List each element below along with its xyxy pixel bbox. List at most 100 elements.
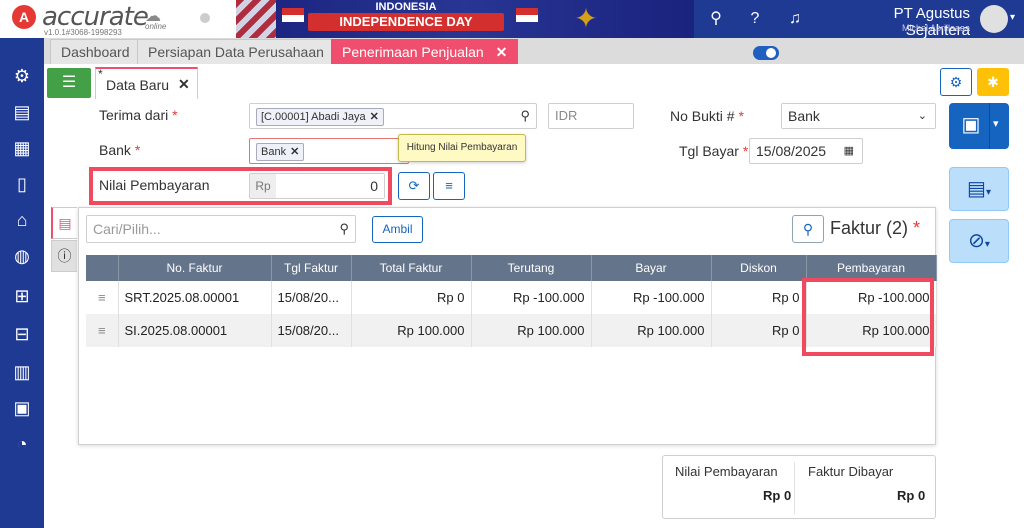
bank-label: Bank * (99, 142, 141, 158)
lightbulb-button[interactable]: ✱ (977, 68, 1009, 96)
tax-icon[interactable]: ▣ (10, 396, 34, 420)
version-text: v1.0.1#3068-1998293 (44, 28, 122, 37)
user-name: Michel Aprillaaaa (901, 23, 970, 33)
terima-dari-label: Terima dari * (99, 107, 178, 123)
tab-label: Persiapan Data Perusahaan (148, 44, 324, 60)
search-button[interactable]: ⚲ (792, 215, 824, 243)
tab-penerimaan-penjualan[interactable]: Penerimaan Penjualan ✕ (331, 39, 519, 64)
banner-line2: INDEPENDENCE DAY (308, 13, 504, 31)
search-icon[interactable]: ⚲ (705, 8, 727, 30)
subtab-label: Data Baru (106, 77, 170, 93)
cell-total: Rp 100.000 (351, 314, 472, 347)
highlight-box (802, 278, 934, 356)
settings-button[interactable]: ⚙ (940, 68, 972, 96)
no-bukti-label: No Bukti # * (670, 108, 744, 124)
chart-icon[interactable]: ◔ (10, 432, 34, 456)
column-header[interactable]: Bayar (591, 255, 712, 281)
stack-button[interactable]: ≡ (433, 172, 465, 200)
search-placeholder: Cari/Pilih... (93, 221, 161, 237)
drag-handle-icon[interactable]: ≡ (86, 314, 119, 347)
cell-tgl-faktur: 15/08/20... (271, 281, 352, 314)
cell-no-faktur: SI.2025.08.00001 (118, 314, 272, 347)
chevron-down-icon: ▾ (984, 239, 990, 250)
search-input[interactable]: Cari/Pilih... ⚲ (86, 215, 356, 243)
column-header[interactable]: No. Faktur (118, 255, 272, 281)
bank-field[interactable]: Bank ✕ (249, 138, 409, 164)
tgl-bayar-field[interactable]: 15/08/2025 ▦ (749, 138, 863, 164)
ledger-icon[interactable]: ▯ (10, 172, 34, 196)
report-icon[interactable]: ▥ (10, 360, 34, 384)
tgl-bayar-value: 15/08/2025 (756, 143, 827, 159)
logo[interactable]: A accurate ☁ online v1.0.1#3068-1998293 (0, 0, 236, 38)
cell-no-faktur: SRT.2025.08.00001 (118, 281, 272, 314)
banner-line1: INDONESIA (375, 1, 437, 13)
refresh-calc-button[interactable]: ⟳ (398, 172, 430, 200)
divider (989, 103, 990, 149)
summary-nilai-label: Nilai Pembayaran (675, 464, 778, 479)
document-button[interactable]: ▤▾ (949, 167, 1009, 211)
cell-tgl-faktur: 15/08/20... (271, 314, 352, 347)
bank-icon[interactable]: ⌂ (10, 208, 34, 232)
cell-total: Rp 0 (351, 281, 472, 314)
bell-icon[interactable]: ♫ (784, 8, 806, 30)
cart-icon[interactable]: ⊞ (10, 284, 34, 308)
building-icon[interactable]: ▦ (10, 136, 34, 160)
detail-tab[interactable]: ▤ (51, 207, 77, 239)
calendar-icon[interactable]: ▦ (844, 139, 854, 163)
status-dot (200, 13, 210, 23)
drag-handle-icon[interactable]: ≡ (86, 281, 119, 314)
sales-icon[interactable]: ◍ (10, 244, 34, 268)
save-icon: ▣ (961, 114, 981, 136)
cell-bayar: Rp -100.000 (591, 281, 712, 314)
customer-chip: [C.00001] Abadi Jaya ✕ (256, 108, 384, 126)
cell-bayar: Rp 100.000 (591, 314, 712, 347)
flag-icon (282, 8, 304, 22)
inventory-icon[interactable]: ▤ (10, 100, 34, 124)
terima-dari-field[interactable]: [C.00001] Abadi Jaya ✕ ⚲ (249, 103, 537, 129)
save-button[interactable]: ▣ ▾ (949, 103, 1009, 149)
no-bukti-select[interactable]: Bank ⌄ (781, 103, 936, 129)
attachment-button[interactable]: ⊘▾ (949, 219, 1009, 263)
cell-terutang: Rp -100.000 (471, 281, 592, 314)
column-header[interactable]: Diskon (711, 255, 807, 281)
search-icon[interactable]: ⚲ (520, 104, 530, 128)
chevron-down-icon: ⌄ (917, 110, 927, 122)
column-header[interactable]: Total Faktur (351, 255, 472, 281)
close-icon: ✕ (290, 146, 300, 158)
faktur-title: Faktur (2) * (830, 218, 921, 238)
summary-faktur-label: Faktur Dibayar (808, 464, 894, 479)
ambil-button[interactable]: Ambil (372, 216, 423, 243)
chevron-down-icon[interactable]: ▾ (1010, 12, 1015, 23)
user-avatar[interactable] (980, 5, 1008, 33)
tab-bar: Dashboard Persiapan Data Perusahaan Pene… (44, 38, 1024, 64)
tab-persiapan-data[interactable]: Persiapan Data Perusahaan (137, 39, 335, 64)
independence-banner: INDONESIA INDEPENDENCE DAY ✦ (236, 0, 694, 38)
flag-icon (516, 8, 538, 22)
auto-number-toggle[interactable] (753, 46, 779, 60)
column-header[interactable]: Tgl Faktur (271, 255, 352, 281)
logo-sub: online (145, 22, 167, 31)
info-tab[interactable]: ⓘ (51, 240, 77, 272)
top-bar: A accurate ☁ online v1.0.1#3068-1998293 … (0, 0, 1024, 39)
tooltip: Hitung Nilai Pembayaran (398, 134, 526, 162)
list-view-button[interactable]: ☰ (47, 68, 91, 98)
chevron-down-icon: ▾ (985, 187, 991, 198)
chevron-down-icon[interactable]: ▾ (993, 117, 999, 130)
no-bukti-value: Bank (788, 108, 820, 124)
column-header[interactable]: Terutang (471, 255, 592, 281)
tab-label: Dashboard (61, 44, 130, 60)
close-icon[interactable]: ✕ (178, 76, 190, 93)
tgl-bayar-label: Tgl Bayar * (679, 143, 749, 159)
subtab-data-baru[interactable]: * Data Baru ✕ (95, 67, 198, 99)
gear-icon[interactable]: ⚙ (10, 64, 34, 88)
divider (794, 462, 795, 514)
tab-dashboard[interactable]: Dashboard (50, 39, 141, 64)
close-icon[interactable]: ✕ (496, 44, 508, 60)
help-icon[interactable]: ? (744, 8, 766, 30)
logo-mark: A (12, 5, 36, 29)
checkout-cart-icon[interactable]: ⊟ (10, 322, 34, 346)
summary-nilai-value: Rp 0 (763, 488, 792, 503)
ribbon-decoration (236, 0, 276, 38)
close-icon: ✕ (369, 111, 379, 123)
search-icon[interactable]: ⚲ (339, 216, 349, 242)
